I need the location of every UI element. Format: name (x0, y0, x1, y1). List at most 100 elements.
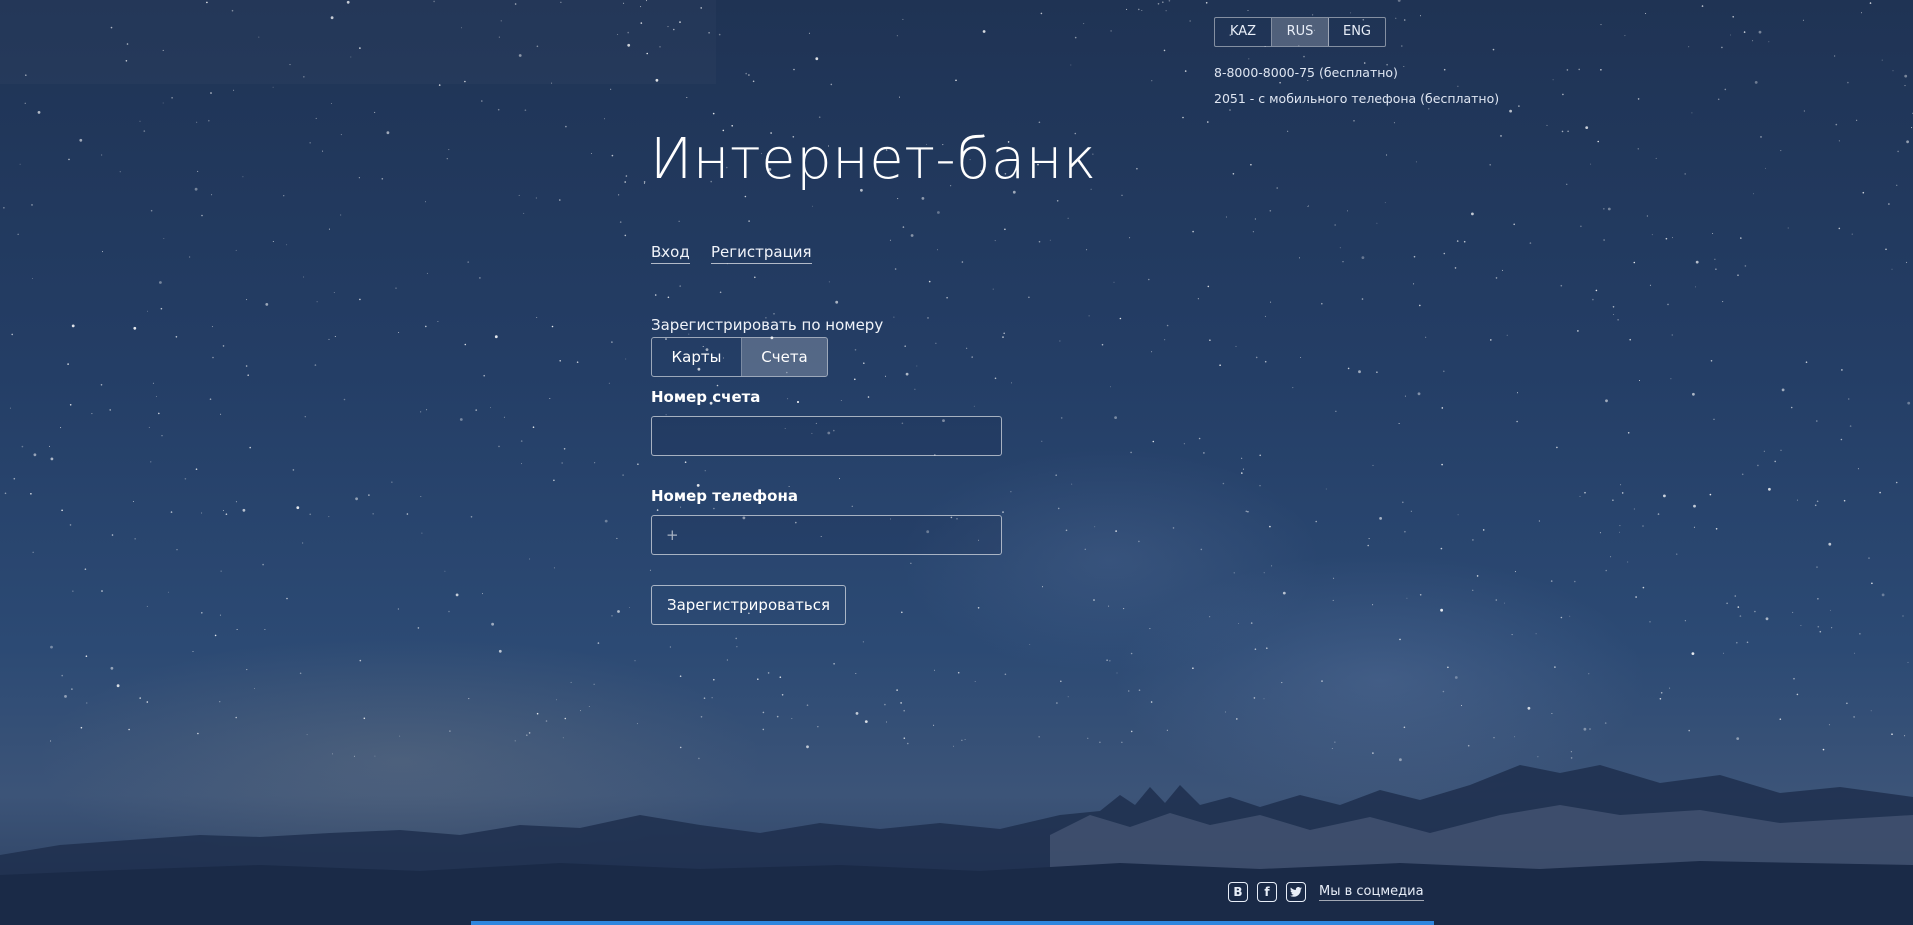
star (1229, 109, 1231, 111)
star (1695, 260, 1699, 264)
star (1376, 371, 1378, 374)
star (1612, 499, 1614, 502)
register-submit-button[interactable]: Зарегистрироваться (651, 585, 846, 625)
social-media-link[interactable]: Мы в соцмедиа (1319, 884, 1424, 901)
star (328, 228, 330, 230)
star (1737, 274, 1739, 277)
star (1642, 525, 1644, 527)
star (1538, 520, 1540, 522)
star (1888, 203, 1890, 205)
account-number-input[interactable] (652, 417, 1001, 455)
star (1235, 345, 1237, 347)
star (708, 32, 710, 34)
star (899, 96, 900, 98)
star (1004, 228, 1006, 231)
star (684, 461, 687, 464)
star (594, 462, 596, 464)
star (19, 163, 21, 165)
star (828, 281, 830, 283)
star (1646, 215, 1648, 217)
lang-rus-button[interactable]: RUS (1272, 18, 1329, 46)
star (146, 605, 148, 607)
star (604, 519, 608, 523)
toggle-cards-button[interactable]: Карты (652, 338, 742, 376)
facebook-icon[interactable]: f (1257, 882, 1277, 902)
star (1363, 62, 1366, 64)
star (1639, 380, 1640, 381)
star (971, 356, 973, 358)
star (1843, 499, 1846, 502)
star (1517, 392, 1518, 394)
star (1148, 278, 1150, 281)
star (1605, 399, 1608, 403)
star (1471, 212, 1474, 216)
star (937, 249, 938, 251)
star (1840, 438, 1843, 441)
star (735, 637, 737, 640)
vk-icon[interactable]: B (1228, 882, 1248, 902)
star (678, 220, 680, 222)
star (1269, 525, 1271, 528)
star (1535, 633, 1537, 635)
star (1055, 474, 1057, 477)
star (420, 411, 422, 413)
star (1205, 2, 1208, 4)
star (1225, 216, 1227, 218)
star (659, 46, 661, 48)
star (1715, 268, 1717, 271)
star (1816, 566, 1818, 568)
star (438, 84, 441, 86)
star (1123, 608, 1125, 610)
star (1737, 606, 1740, 608)
star (1817, 598, 1819, 600)
star (1513, 223, 1515, 226)
star (1198, 437, 1201, 440)
star (1110, 30, 1112, 32)
star (1688, 46, 1690, 48)
star (155, 396, 157, 397)
star (1403, 66, 1405, 67)
register-link[interactable]: Регистрация (711, 243, 812, 264)
star (1516, 420, 1518, 423)
star (258, 36, 260, 38)
star (397, 608, 399, 610)
star (425, 325, 427, 328)
star (904, 345, 906, 348)
star (754, 276, 756, 279)
star (654, 294, 657, 296)
star (1838, 140, 1840, 142)
star (1619, 525, 1621, 527)
star (1580, 225, 1582, 228)
star (25, 74, 27, 76)
star (322, 150, 324, 152)
star (1457, 514, 1459, 516)
star (611, 615, 613, 617)
lang-kaz-button[interactable]: KAZ (1215, 18, 1272, 46)
star (1781, 388, 1785, 392)
star (518, 54, 522, 57)
star (1851, 233, 1853, 235)
star (1472, 539, 1474, 541)
star (1209, 339, 1211, 342)
star (793, 68, 795, 71)
star (483, 374, 486, 377)
star (1129, 237, 1131, 239)
lang-eng-button[interactable]: ENG (1329, 18, 1385, 46)
star (1763, 450, 1765, 452)
star (686, 97, 688, 98)
star (1264, 360, 1267, 363)
star (1379, 517, 1382, 520)
twitter-icon[interactable] (1286, 882, 1306, 902)
star (498, 649, 502, 653)
star (1803, 110, 1805, 112)
star (719, 291, 722, 294)
toggle-accounts-button[interactable]: Счета (742, 338, 827, 376)
login-link[interactable]: Вход (651, 243, 690, 264)
star (1002, 511, 1004, 513)
phone-number-input[interactable] (652, 516, 1001, 554)
star (272, 241, 274, 242)
star (812, 205, 813, 207)
star (1126, 8, 1128, 10)
star (1395, 17, 1397, 19)
star (1619, 531, 1620, 533)
